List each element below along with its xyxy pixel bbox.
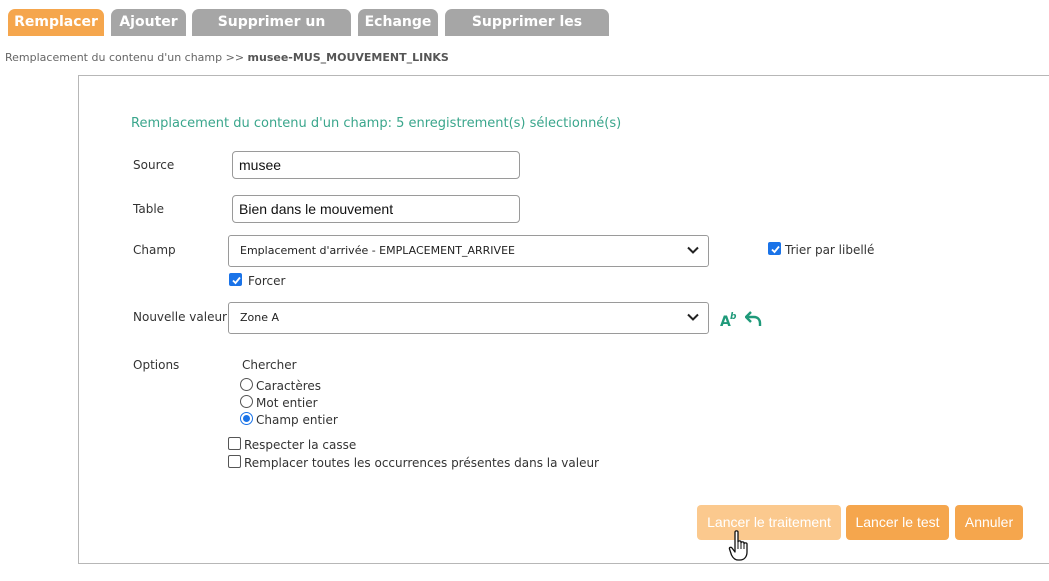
breadcrumb-current: musee-MUS_MOUVEMENT_LINKS [247, 51, 449, 64]
forcer-checkbox[interactable] [229, 273, 242, 286]
champ-label: Champ [133, 243, 176, 257]
trier-par-libelle-label: Trier par libellé [785, 243, 875, 257]
case-toggle-icon[interactable]: A b [719, 309, 739, 329]
nouvelle-valeur-label: Nouvelle valeur [133, 310, 227, 324]
chevron-down-icon [687, 246, 699, 254]
lancer-traitement-button[interactable]: Lancer le traitement [697, 505, 841, 540]
source-label: Source [133, 158, 175, 172]
nouvelle-valeur-select[interactable]: Zone A [228, 302, 709, 334]
radio-caracteres[interactable] [240, 378, 253, 391]
hand-cursor-icon [728, 530, 748, 561]
radio-champ-entier-label: Champ entier [256, 413, 338, 427]
tab-ajouter[interactable]: Ajouter [111, 9, 186, 36]
chevron-down-icon [687, 313, 699, 321]
table-field[interactable]: Bien dans le mouvement [232, 195, 520, 223]
breadcrumb: Remplacement du contenu d'un champ >> mu… [5, 51, 449, 64]
breadcrumb-prefix: Remplacement du contenu d'un champ >> [5, 51, 245, 64]
respecter-casse-label: Respecter la casse [244, 438, 357, 452]
remplacer-toutes-checkbox[interactable] [228, 455, 241, 468]
champ-select[interactable]: Emplacement d'arrivée - EMPLACEMENT_ARRI… [228, 235, 709, 267]
options-label: Options [133, 358, 180, 372]
table-label: Table [133, 202, 165, 216]
lancer-test-button[interactable]: Lancer le test [846, 505, 949, 540]
undo-icon[interactable] [745, 310, 763, 328]
check-icon [771, 245, 780, 254]
source-field[interactable]: musee [232, 151, 520, 179]
tab-remplacer[interactable]: Remplacer [8, 9, 104, 36]
annuler-button[interactable]: Annuler [955, 505, 1023, 540]
radio-caracteres-label: Caractères [256, 379, 322, 393]
tab-supprimer-un-champ[interactable]: Supprimer un champ [192, 9, 351, 57]
champ-selected-value: Emplacement d'arrivée - EMPLACEMENT_ARRI… [240, 244, 515, 257]
radio-champ-entier[interactable] [240, 412, 253, 425]
remplacer-toutes-label: Remplacer toutes les occurrences présent… [244, 456, 599, 470]
respecter-casse-checkbox[interactable] [228, 437, 241, 450]
radio-mot-entier[interactable] [240, 395, 253, 408]
form-heading: Remplacement du contenu d'un champ: 5 en… [131, 116, 622, 131]
svg-text:b: b [730, 312, 737, 322]
chercher-label: Chercher [242, 358, 297, 372]
nouvelle-valeur-selected-value: Zone A [240, 311, 280, 324]
check-icon [232, 276, 241, 285]
radio-mot-entier-label: Mot entier [256, 396, 318, 410]
forcer-label: Forcer [248, 274, 286, 288]
tab-echange[interactable]: Echange [358, 9, 438, 36]
tab-supprimer-les-notices[interactable]: Supprimer les notices [445, 9, 609, 57]
trier-par-libelle-checkbox[interactable] [768, 242, 781, 255]
